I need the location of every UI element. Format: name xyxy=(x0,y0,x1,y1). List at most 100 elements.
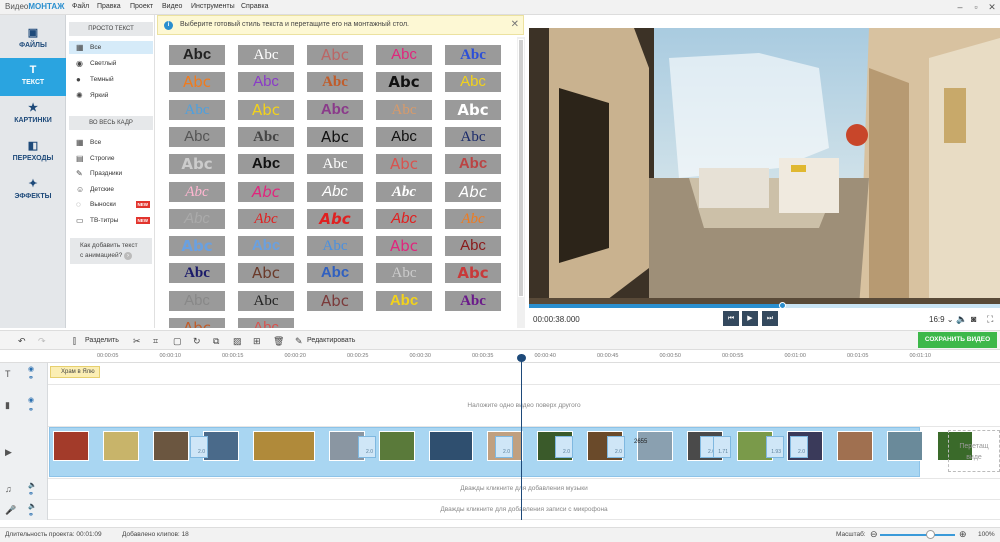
frame-icon[interactable]: ▢ xyxy=(173,336,182,347)
video-clips-strip[interactable]: 2.0 2.0 2.0 2.0 2.0 2.0 1.71 1.93 2.0 2655 xyxy=(49,427,973,477)
menu-project[interactable]: Проект xyxy=(130,3,153,10)
text-style-tile[interactable]: Abc xyxy=(307,208,363,229)
nav-files[interactable]: ▣ ФАЙЛЫ xyxy=(0,21,66,59)
menu-help[interactable]: Справка xyxy=(241,3,268,10)
text-style-tile[interactable]: Abc xyxy=(238,318,294,328)
link-icon[interactable]: ⚭ xyxy=(28,374,34,382)
video-clip-thumbnail[interactable] xyxy=(53,431,89,461)
text-style-tile[interactable]: Abc xyxy=(445,290,501,311)
aspect-ratio-select[interactable]: 16:9 ⌄ xyxy=(929,315,954,324)
text-style-tile[interactable]: Abc xyxy=(445,154,501,175)
text-style-tile[interactable]: Abc xyxy=(445,263,501,284)
next-frame-button[interactable]: ⏭ xyxy=(762,311,778,326)
video-clip-thumbnail[interactable] xyxy=(887,431,923,461)
text-style-tile[interactable]: Abc xyxy=(376,236,432,257)
text-style-tile[interactable]: Abc xyxy=(445,236,501,257)
transition-marker[interactable]: 2.0 xyxy=(358,436,376,458)
text-style-tile[interactable]: Abc xyxy=(376,126,432,147)
cat-strict[interactable]: ▤ Строгие xyxy=(69,152,153,165)
video-clip-thumbnail[interactable] xyxy=(637,431,673,461)
timeline-ruler[interactable]: 00:00:05 00:00:10 00:00:15 00:00:20 00:00:25… xyxy=(0,351,1000,363)
text-style-tile[interactable]: Abc xyxy=(445,72,501,93)
cat-frame-all[interactable]: ▦ Все xyxy=(69,136,153,149)
text-style-tile[interactable]: Abc xyxy=(376,72,432,93)
text-style-tile[interactable]: Abc xyxy=(307,236,363,257)
text-style-tile[interactable]: Abc xyxy=(169,318,225,328)
transition-marker[interactable]: 2.0 xyxy=(607,436,625,458)
cat-light[interactable]: ◉ Светлый xyxy=(69,57,153,70)
text-style-tile[interactable]: Abc xyxy=(445,181,501,202)
crop-icon[interactable]: ⌗ xyxy=(153,336,158,347)
text-style-tile[interactable]: Abc xyxy=(238,263,294,284)
video-clip-thumbnail[interactable] xyxy=(103,431,139,461)
menu-file[interactable]: Файл xyxy=(72,3,89,10)
video-clip-thumbnail[interactable] xyxy=(203,431,239,461)
minimize-icon[interactable]: – xyxy=(954,1,966,13)
speaker-icon[interactable]: 🔈 xyxy=(28,481,37,489)
seek-knob[interactable] xyxy=(779,302,787,309)
link-icon[interactable]: ⚭ xyxy=(28,406,34,414)
text-style-tile[interactable]: Abc xyxy=(307,45,363,65)
text-style-tile[interactable]: Abc xyxy=(169,72,225,93)
seek-bar[interactable] xyxy=(529,302,1000,309)
fullscreen-icon[interactable]: ⛶ xyxy=(987,314,993,325)
overlay-track[interactable]: Наложите одно видео поверх другого xyxy=(48,385,1000,427)
text-style-tile[interactable]: Abc xyxy=(238,154,294,175)
nav-effects[interactable]: ✦ ЭФФЕКТЫ xyxy=(0,172,66,210)
speaker-icon[interactable]: 🔈 xyxy=(28,502,37,510)
menu-video[interactable]: Видео xyxy=(162,3,182,10)
text-style-tile[interactable]: Abc xyxy=(376,181,432,202)
text-style-tile[interactable]: Abc xyxy=(169,154,225,175)
close-icon[interactable]: ✕ xyxy=(986,1,998,13)
volume-icon[interactable]: 🔈 xyxy=(956,314,967,325)
title-clip[interactable]: Храм в Ялю xyxy=(50,366,100,378)
camera-icon[interactable]: ◙ xyxy=(971,314,976,324)
text-track[interactable] xyxy=(48,363,1000,385)
text-style-tile[interactable]: Abc xyxy=(307,263,363,284)
cat-simple-all[interactable]: ▦ Все xyxy=(69,41,153,54)
cat-callouts[interactable]: ◌ Выноски NEW xyxy=(69,198,153,211)
transition-marker[interactable]: 1.71 xyxy=(713,436,731,458)
zoom-in-icon[interactable]: ⊕ xyxy=(959,529,967,540)
rotate-icon[interactable]: ↻ xyxy=(193,336,201,347)
eye-icon[interactable]: ◉ xyxy=(28,365,34,373)
music-track[interactable]: Дважды кликните для добавления музыки xyxy=(48,479,1000,500)
video-clip-thumbnail[interactable] xyxy=(379,431,415,461)
text-style-tile[interactable]: Abc xyxy=(307,181,363,202)
delete-icon[interactable]: 🗑 xyxy=(273,336,284,347)
cat-tv-titles[interactable]: ▭ ТВ-титры NEW xyxy=(69,214,153,227)
drop-video-zone[interactable]: Перетащ виде xyxy=(948,430,1000,472)
close-info-icon[interactable]: ✕ xyxy=(511,19,519,30)
menu-tools[interactable]: Инструменты xyxy=(191,3,235,10)
save-video-button[interactable]: СОХРАНИТЬ ВИДЕО xyxy=(918,332,997,348)
text-style-tile[interactable]: Abc xyxy=(169,99,225,120)
text-style-tile[interactable]: Abc xyxy=(307,154,363,175)
split-button[interactable]: Разделить xyxy=(85,337,119,344)
link-icon[interactable]: ⚭ xyxy=(28,511,34,519)
cat-dark[interactable]: ● Темный xyxy=(69,73,153,86)
text-style-tile[interactable]: Abc xyxy=(238,126,294,147)
text-style-tile[interactable]: Abc xyxy=(238,45,294,65)
maximize-icon[interactable]: ▫ xyxy=(970,1,982,13)
text-style-tile[interactable]: Abc xyxy=(307,126,363,147)
text-style-tile[interactable]: Abc xyxy=(169,181,225,202)
zoom-slider[interactable] xyxy=(880,534,955,536)
redo-icon[interactable]: ↷ xyxy=(38,336,46,347)
transition-marker[interactable]: 2.0 xyxy=(495,436,513,458)
text-style-tile[interactable]: Abc xyxy=(445,208,501,229)
cat-bright[interactable]: ✺ Яркий xyxy=(69,89,153,102)
text-style-tile[interactable]: Abc xyxy=(445,99,501,120)
link-icon[interactable]: ⚭ xyxy=(28,490,34,498)
effects-icon[interactable]: ▨ xyxy=(233,336,242,347)
cat-holidays[interactable]: ✎ Праздники xyxy=(69,167,153,180)
nav-transitions[interactable]: ◧ ПЕРЕХОДЫ xyxy=(0,134,66,172)
text-style-tile[interactable]: Abc xyxy=(238,290,294,311)
edit-icon[interactable]: ✎ xyxy=(295,336,303,347)
zoom-slider-knob[interactable] xyxy=(926,530,935,539)
text-style-tile[interactable]: Abc xyxy=(307,99,363,120)
text-style-tile[interactable]: Abc xyxy=(307,72,363,93)
text-style-tile[interactable]: Abc xyxy=(169,236,225,257)
transition-marker[interactable]: 2.0 xyxy=(190,436,208,458)
transition-icon[interactable]: ⧉ xyxy=(213,336,219,347)
playhead[interactable] xyxy=(517,354,526,520)
